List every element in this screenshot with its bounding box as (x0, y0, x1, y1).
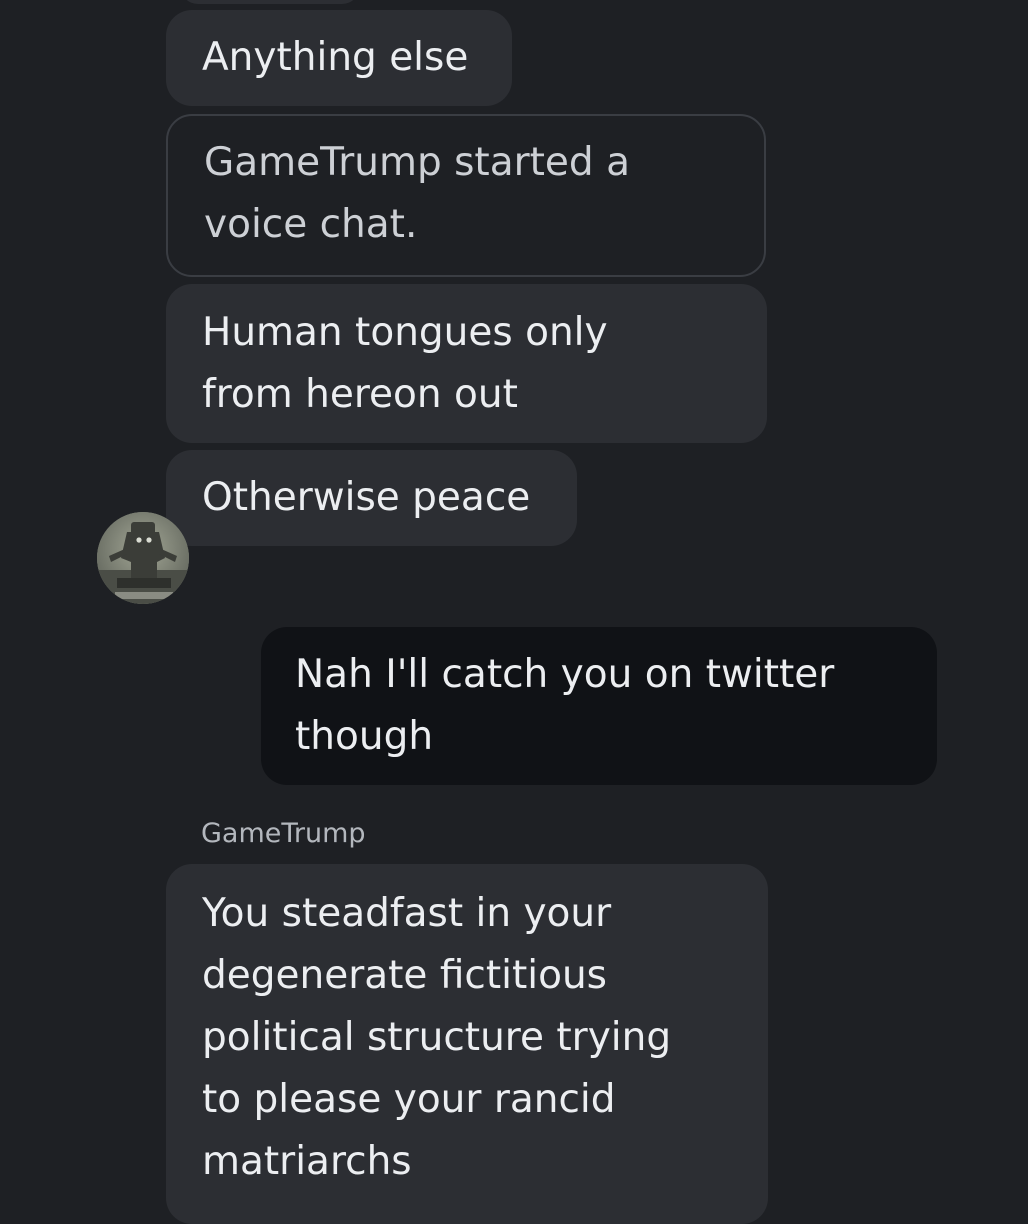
message-bubble-otherwise-peace[interactable]: Otherwise peace (166, 450, 577, 546)
message-bubble-human-tongues[interactable]: Human tongues only from hereon out (166, 284, 767, 443)
message-bubble-anything-else[interactable]: Anything else (166, 10, 512, 106)
message-text-line-1: GameTrump started a (204, 140, 630, 185)
message-text-line-2: from hereon out (202, 372, 518, 417)
message-text-line-5: matriarchs (202, 1139, 412, 1184)
message-text-line-2: though (295, 714, 434, 759)
message-text-line-1: Human tongues only (202, 310, 608, 355)
message-text-line-2: voice chat. (204, 202, 418, 247)
message-text-line-4: to please your rancid (202, 1077, 616, 1122)
sender-avatar[interactable] (97, 512, 189, 604)
message-text: Otherwise peace (202, 475, 531, 520)
message-bubble-steadfast[interactable]: You steadfast in your degenerate fictiti… (166, 864, 768, 1224)
message-text-line-1: You steadfast in your (202, 891, 612, 936)
message-text-line-3: political structure trying (202, 1015, 672, 1060)
message-text-line-1: Nah I'll catch you on twitter (295, 652, 835, 697)
sender-name: GameTrump (201, 818, 366, 849)
message-text-line-2: degenerate fictitious (202, 953, 607, 998)
voice-chat-system-message[interactable]: GameTrump started a voice chat. (166, 114, 766, 277)
previous-message-bubble-edge (180, 0, 360, 4)
message-bubble-outgoing-twitter[interactable]: Nah I'll catch you on twitter though (261, 627, 937, 785)
shadow-of-the-colossus-avatar-icon (97, 512, 189, 604)
message-text: Anything else (202, 35, 469, 80)
